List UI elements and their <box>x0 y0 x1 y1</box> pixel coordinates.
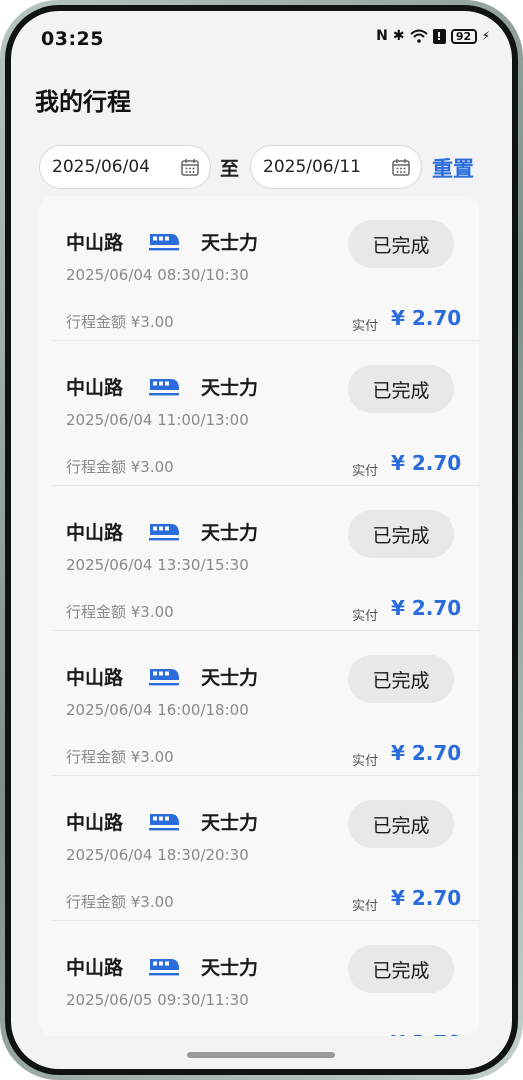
wifi-icon <box>409 29 428 43</box>
train-icon <box>149 669 179 686</box>
trip-destination: 天士力 <box>201 812 259 834</box>
trip-card[interactable]: 中山路 天士力 2025/06/04 08:30/10:30 已完成行程金额 ¥3.0… <box>39 196 479 341</box>
nfc-icon: N <box>376 28 388 44</box>
train-icon <box>149 524 179 541</box>
end-date-value: 2025/06/11 <box>263 157 361 177</box>
calendar-icon <box>392 159 410 176</box>
phone-frame: 03:25 N ✱ ! 92 ⚡ 我的行程 2025/06/04 至 2025/… <box>0 0 523 1080</box>
trip-destination: 天士力 <box>201 667 259 689</box>
trip-time: 2025/06/04 11:00/13:00 <box>66 411 249 429</box>
alert-glyph: ! <box>436 29 442 43</box>
trip-destination: 天士力 <box>201 232 259 254</box>
trip-amount: 行程金额 ¥3.00 <box>66 458 174 476</box>
trip-time: 2025/06/04 13:30/15:30 <box>66 556 249 574</box>
phone-bezel: 03:25 N ✱ ! 92 ⚡ 我的行程 2025/06/04 至 2025/… <box>5 5 518 1075</box>
trip-origin: 中山路 <box>66 232 124 254</box>
calendar-icon <box>181 159 199 176</box>
status-badge[interactable]: 已完成 <box>348 800 454 848</box>
paid-label: 实付 <box>352 899 379 914</box>
trip-origin: 中山路 <box>66 522 124 544</box>
start-date-picker[interactable]: 2025/06/04 <box>39 145 211 189</box>
trip-time: 2025/06/04 18:30/20:30 <box>66 846 249 864</box>
paid-label: 实付 <box>352 319 379 334</box>
battery-icon: 92 <box>450 28 477 44</box>
trip-amount: 行程金额 ¥3.00 <box>66 603 174 621</box>
status-badge[interactable]: 已完成 <box>348 945 454 993</box>
status-badge[interactable]: 已完成 <box>348 365 454 413</box>
paid-amount: ¥ 2.70 <box>391 1031 461 1036</box>
train-icon <box>149 959 179 976</box>
trip-card[interactable]: 中山路 天士力 2025/06/04 16:00/18:00 已完成行程金额 ¥3.0… <box>39 631 479 776</box>
trip-origin: 中山路 <box>66 377 124 399</box>
trip-origin: 中山路 <box>66 957 124 979</box>
trip-amount: 行程金额 ¥3.00 <box>66 748 174 766</box>
trip-destination: 天士力 <box>201 522 259 544</box>
charging-icon: ⚡ <box>481 29 490 43</box>
trip-list[interactable]: 中山路 天士力 2025/06/04 08:30/10:30 已完成 行程金额 ¥3.0… <box>39 196 479 1036</box>
alert-icon: ! <box>432 28 446 44</box>
trip-card[interactable]: 中山路 天士力 2025/06/04 18:30/20:30 已完成行程金额 ¥3.0… <box>39 776 479 921</box>
train-icon <box>149 379 179 396</box>
status-badge[interactable]: 已完成 <box>348 220 454 268</box>
trip-amount: 行程金额 ¥3.00 <box>66 893 174 911</box>
paid-label: 实付 <box>352 609 379 624</box>
trip-destination: 天士力 <box>201 957 259 979</box>
page-title: 我的行程 <box>35 88 131 116</box>
paid-label: 实付 <box>352 754 379 769</box>
trip-time: 2025/06/04 16:00/18:00 <box>66 701 249 719</box>
date-separator: 至 <box>220 158 240 180</box>
screen: 03:25 N ✱ ! 92 ⚡ 我的行程 2025/06/04 至 2025/… <box>11 11 512 1069</box>
trip-destination: 天士力 <box>201 377 259 399</box>
trip-time: 2025/06/05 09:30/11:30 <box>66 991 249 1009</box>
status-bar: 03:25 N ✱ ! 92 ⚡ <box>11 11 512 61</box>
end-date-picker[interactable]: 2025/06/11 <box>250 145 422 189</box>
trip-time: 2025/06/04 08:30/10:30 <box>66 266 249 284</box>
trip-amount: 行程金额 ¥3.00 <box>66 313 174 331</box>
train-icon <box>149 814 179 831</box>
paid-label: 实付 <box>352 464 379 479</box>
home-indicator[interactable] <box>187 1052 335 1058</box>
trip-card[interactable]: 中山路 天士力 2025/06/04 11:00/13:00 已完成行程金额 ¥3.0… <box>39 341 479 486</box>
bluetooth-icon: ✱ <box>392 28 405 44</box>
trip-card[interactable]: 中山路 天士力 2025/06/04 13:30/15:30 已完成行程金额 ¥3.0… <box>39 486 479 631</box>
start-date-value: 2025/06/04 <box>52 157 150 177</box>
paid-amount: ¥ 2.70 <box>391 886 462 910</box>
paid-amount: ¥ 2.70 <box>391 741 462 765</box>
paid-amount: ¥ 2.70 <box>391 306 462 330</box>
train-icon <box>149 234 179 251</box>
trip-origin: 中山路 <box>66 667 124 689</box>
status-badge[interactable]: 已完成 <box>348 510 454 558</box>
status-icons: N ✱ ! 92 ⚡ <box>376 28 490 44</box>
trip-origin: 中山路 <box>66 812 124 834</box>
reset-button[interactable]: 重置 <box>432 153 474 183</box>
paid-amount: ¥ 2.70 <box>391 451 462 475</box>
trip-card[interactable]: 中山路天士力2025/06/05 09:30/11:30已完成行程金额 ¥3.0… <box>39 921 479 1036</box>
status-time: 03:25 <box>41 28 104 50</box>
date-filter: 2025/06/04 至 2025/06/11 重置 <box>39 145 489 189</box>
paid-amount: ¥ 2.70 <box>391 596 462 620</box>
status-badge[interactable]: 已完成 <box>348 655 454 703</box>
